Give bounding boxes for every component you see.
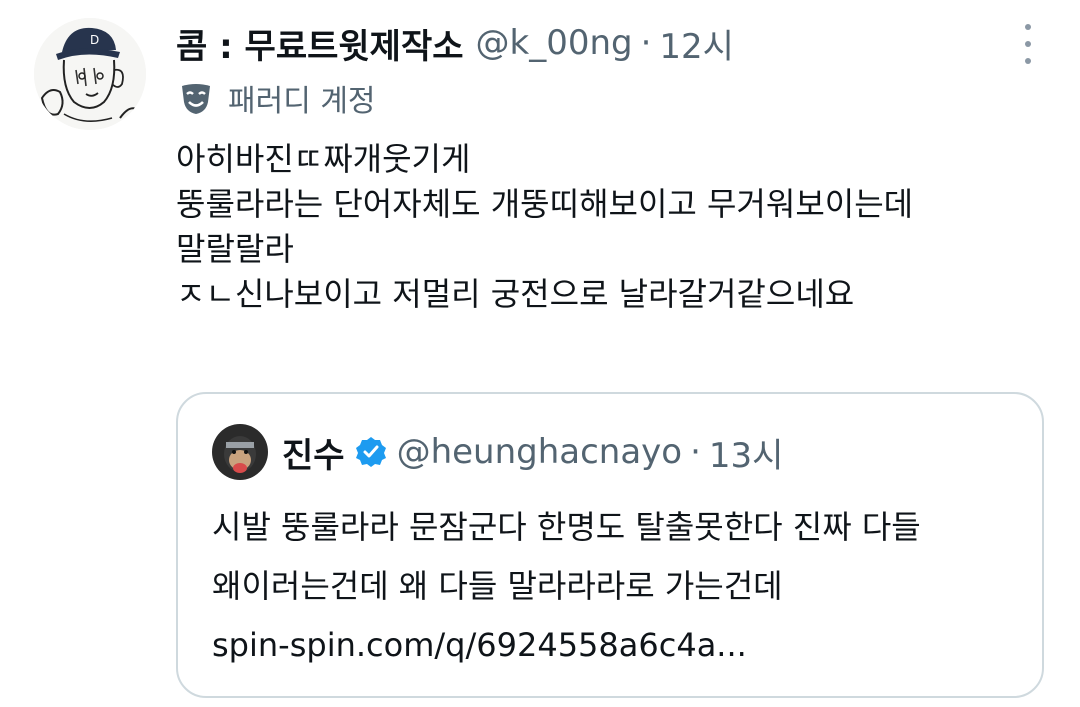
- sketch-avatar-icon: D: [34, 18, 146, 130]
- verified-badge-icon: [355, 437, 386, 467]
- tweet[interactable]: D 콤 : 무료트윗제작소 @k_00ng · 12시 패러디 계정 아히바진ㄸ…: [0, 0, 1080, 707]
- author-avatar[interactable]: D: [34, 18, 146, 130]
- quoted-link[interactable]: spin-spin.com/q/6924558a6c4a...: [212, 616, 1032, 675]
- quoted-text-line: 시발 뚱룰라라 문잠군다 한명도 탈출못한다 진짜 다들: [212, 508, 921, 546]
- quoted-handle[interactable]: @heunghacnayo: [397, 432, 683, 472]
- author-display-name[interactable]: 콤 : 무료트윗제작소: [176, 19, 464, 68]
- more-vertical-icon-dot: [1025, 58, 1031, 64]
- tweet-body: 아히바진ㄸ짜개웃기게 뚱룰라라는 단어자체도 개뚱띠해보이고 무거워보이는데 말…: [176, 137, 1036, 317]
- parody-account-label: 패러디 계정: [228, 84, 376, 119]
- quoted-timestamp[interactable]: 13시: [709, 428, 784, 477]
- tweet-header: 콤 : 무료트윗제작소 @k_00ng · 12시: [176, 18, 734, 68]
- parody-account-badge: 패러디 계정: [178, 76, 376, 120]
- more-vertical-icon: [1025, 24, 1031, 30]
- quoted-display-name[interactable]: 진수: [282, 428, 345, 477]
- quoted-text-line: 왜이러는건데 왜 다들 말라라라로 가는건데: [212, 567, 783, 605]
- svg-text:D: D: [90, 33, 99, 47]
- author-handle[interactable]: @k_00ng: [476, 23, 633, 63]
- quoted-tweet-card[interactable]: 진수 @heunghacnayo · 13시 시발 뚱룰라라 문잠군다 한명도 …: [176, 392, 1044, 698]
- separator-dot: ·: [640, 23, 652, 63]
- tweet-timestamp[interactable]: 12시: [659, 19, 734, 68]
- tweet-text-line: 말랄랄라: [176, 230, 294, 268]
- quoted-tweet-header: 진수 @heunghacnayo · 13시: [282, 426, 783, 478]
- tweet-text-line: ㅈㄴ신나보이고 저멀리 궁전으로 날라갈거같으네요: [176, 275, 855, 313]
- theater-mask-icon: [182, 84, 210, 114]
- more-options-button[interactable]: [1018, 24, 1038, 64]
- more-vertical-icon-dot: [1025, 41, 1031, 47]
- quoted-author-avatar[interactable]: [212, 424, 268, 480]
- separator-dot: ·: [690, 432, 701, 472]
- quoted-tweet-body: 시발 뚱룰라라 문잠군다 한명도 탈출못한다 진짜 다들 왜이러는건데 왜 다들…: [212, 498, 1032, 675]
- tweet-text-line: 뚱룰라라는 단어자체도 개뚱띠해보이고 무거워보이는데: [176, 185, 914, 223]
- tweet-text-line: 아히바진ㄸ짜개웃기게: [176, 140, 471, 178]
- monkey-avatar-icon: [212, 424, 268, 480]
